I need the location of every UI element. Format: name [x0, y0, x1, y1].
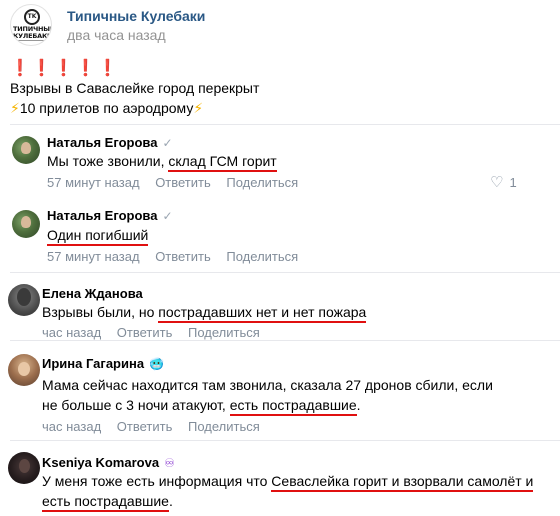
comment-text: Взрывы были, но пострадавших нет и нет п… [42, 302, 367, 323]
avatar[interactable] [8, 354, 40, 386]
comment: Елена Жданова Взрывы были, но пострадавш… [0, 272, 560, 340]
highlighted-text: есть пострадавшие [42, 493, 169, 512]
infinity-icon: ♾ [164, 456, 175, 470]
lightning-icon: ⚡ [10, 101, 20, 117]
comment: Kseniya Komarova ♾ У меня тоже есть инфор… [0, 440, 560, 516]
avatar[interactable] [12, 136, 40, 164]
heart-icon: ♡ [490, 173, 504, 191]
comment-time[interactable]: 57 минут назад [47, 175, 140, 190]
verified-icon: ✓ [162, 209, 173, 223]
comment-text: Мама сейчас находится там звонила, сказа… [42, 375, 493, 416]
comment-author[interactable]: Наталья Егорова ✓ [47, 135, 173, 150]
comment: Ирина Гагарина 🥶 Мама сейчас находится та… [0, 340, 560, 440]
like-count: 1 [509, 175, 517, 190]
reply-button[interactable]: Ответить [117, 325, 173, 340]
comment-author[interactable]: Ирина Гагарина 🥶 [42, 356, 164, 371]
comment-text: У меня тоже есть информация что Севаслей… [42, 471, 534, 512]
post-header: TK ТИПИЧНЫЕ КУЛЕБАКИ Типичные Кулебаки д… [10, 4, 550, 50]
post-time[interactable]: два часа назад [67, 27, 166, 43]
group-logo-underline [13, 40, 51, 41]
comment: Наталья Егорова ✓ Мы тоже звонили, склад … [0, 124, 560, 200]
share-button[interactable]: Поделиться [188, 419, 260, 434]
lightning-icon: ⚡ [193, 101, 204, 117]
highlighted-text: есть пострадавшие [229, 397, 357, 416]
highlighted-text: пострадавших нет и нет пожара [158, 304, 367, 323]
group-name[interactable]: Типичные Кулебаки [67, 8, 205, 24]
post-line-2: Взрывы в Саваслейке город перекрыт [10, 80, 260, 96]
comment-meta: 57 минут назад Ответить Поделиться [47, 249, 310, 264]
comment-author[interactable]: Елена Жданова [42, 286, 143, 301]
avatar[interactable] [8, 284, 40, 316]
comment-meta: час назад Ответить Поделиться [42, 325, 272, 340]
face-icon: 🥶 [149, 357, 165, 371]
comment-meta: 57 минут назад Ответить Поделиться [47, 175, 310, 190]
reply-button[interactable]: Ответить [155, 249, 211, 264]
avatar[interactable] [12, 210, 40, 238]
reply-button[interactable]: Ответить [155, 175, 211, 190]
share-button[interactable]: Поделиться [226, 249, 298, 264]
comment-text: Один погибший [47, 225, 149, 246]
post-text: ❗❗❗❗❗ Взрывы в Саваслейке город перекрыт… [10, 58, 550, 118]
like-button[interactable]: ♡ 1 [490, 173, 517, 191]
comment-time[interactable]: час назад [42, 419, 101, 434]
comment-time[interactable]: 57 минут назад [47, 249, 140, 264]
highlighted-text: склад ГСМ горит [168, 153, 277, 172]
avatar[interactable] [8, 452, 40, 484]
group-avatar[interactable]: TK ТИПИЧНЫЕ КУЛЕБАКИ [10, 4, 52, 46]
comment-text: Мы тоже звонили, склад ГСМ горит [47, 151, 277, 172]
post-line-3: ⚡10 прилетов по аэродрому⚡ [10, 98, 550, 118]
group-logo-mark: TK [24, 9, 40, 25]
post-line-3-text: 10 прилетов по аэродрому [19, 100, 194, 116]
exclamation-icons: ❗❗❗❗❗ [10, 60, 120, 77]
comment-meta: час назад Ответить Поделиться [42, 419, 272, 434]
share-button[interactable]: Поделиться [188, 325, 260, 340]
group-logo-text: ТИПИЧНЫЕ КУЛЕБАКИ [13, 25, 52, 40]
share-button[interactable]: Поделиться [226, 175, 298, 190]
reply-button[interactable]: Ответить [117, 419, 173, 434]
comment-author[interactable]: Kseniya Komarova ♾ [42, 455, 175, 470]
post-line-1: ❗❗❗❗❗ [10, 58, 550, 78]
comment-time[interactable]: час назад [42, 325, 101, 340]
verified-icon: ✓ [162, 136, 173, 150]
highlighted-text: Севаслейка горит и взорвали самолёт и [271, 473, 534, 492]
comment: Наталья Егорова ✓ Один погибший 57 минут … [0, 200, 560, 272]
highlighted-text: Один погибший [47, 227, 149, 246]
comment-author[interactable]: Наталья Егорова ✓ [47, 208, 173, 223]
